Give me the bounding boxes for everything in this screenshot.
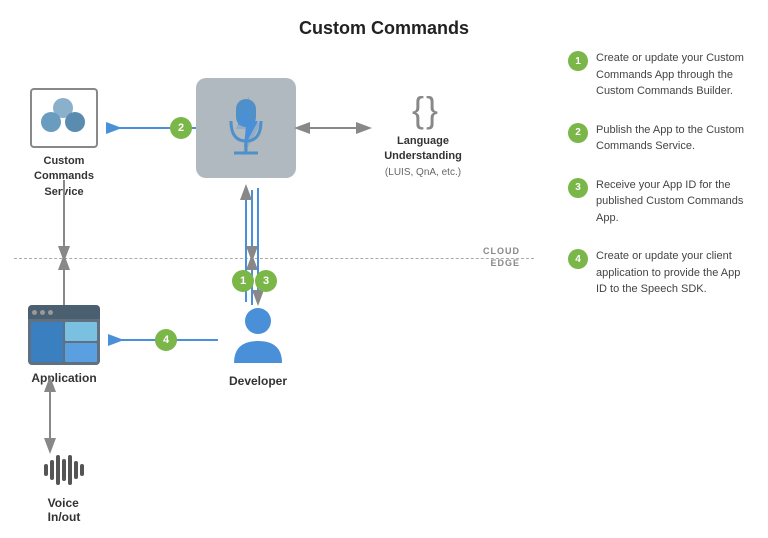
curly-braces-icon: { } [412,92,434,128]
application-node: Application [14,305,114,385]
application-label: Application [31,371,96,385]
step-badge-1: 1 [568,51,588,71]
cc-service-icon [30,88,98,148]
lang-understand-node: { } Language Understanding (LUIS, QnA, e… [368,92,478,180]
badge-3: 3 [255,270,277,292]
cc-service-node: Custom Commands Service [14,88,114,200]
microphone-icon [216,91,276,166]
steps-panel: 1 Create or update your Custom Commands … [560,50,760,320]
badge-1: 1 [232,270,254,292]
step-badge-2: 2 [568,123,588,143]
edge-label: EDGE [490,258,520,268]
mic-box [196,78,296,178]
page-title: Custom Commands [0,18,768,39]
waveform-icon [44,450,84,490]
step-text-4: Create or update your client application… [596,248,752,298]
step-text-1: Create or update your Custom Commands Ap… [596,50,752,100]
diagram: Custom Commands Service { } Language Und… [0,40,560,530]
step-1: 1 Create or update your Custom Commands … [568,50,752,100]
cloud-edge-divider [14,258,534,259]
step-4: 4 Create or update your client applicati… [568,248,752,298]
step-text-2: Publish the App to the Custom Commands S… [596,122,752,155]
cloud-label: CLOUD [483,246,520,256]
badge-2: 2 [170,117,192,139]
step-text-3: Receive your App ID for the published Cu… [596,177,752,227]
application-icon [28,305,100,365]
circle-b [41,112,61,132]
step-2: 2 Publish the App to the Custom Commands… [568,122,752,155]
cc-service-label: Custom Commands Service [14,154,114,200]
step-badge-4: 4 [568,249,588,269]
step-badge-3: 3 [568,178,588,198]
circle-c [65,112,85,132]
circles-cluster-icon [41,98,87,138]
person-icon [232,305,284,368]
badge-4: 4 [155,329,177,351]
developer-node: Developer [218,305,298,388]
lang-label: Language Understanding (LUIS, QnA, etc.) [384,134,462,180]
voice-label: Voice In/out [48,496,81,524]
developer-label: Developer [229,374,287,388]
voice-node: Voice In/out [14,450,114,524]
step-3: 3 Receive your App ID for the published … [568,177,752,227]
